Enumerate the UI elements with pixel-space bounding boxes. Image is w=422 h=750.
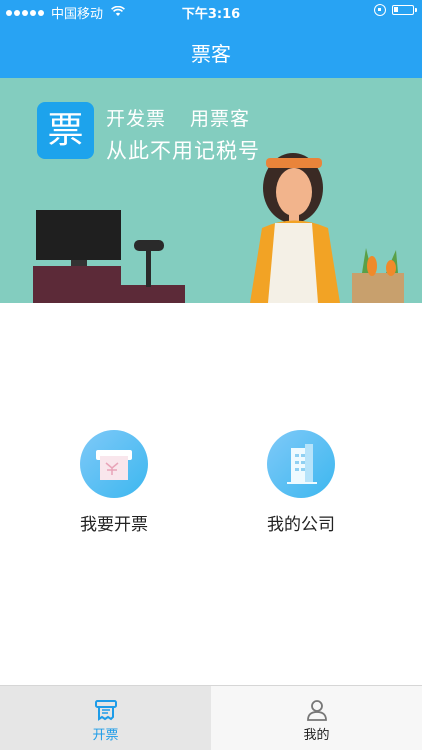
- slogan-line-1: 开发票 用票客: [106, 104, 250, 131]
- invoice-tab-icon: [93, 698, 119, 722]
- tab-mine-label: 我的: [303, 728, 330, 743]
- slogan-part-b: 用票客: [190, 108, 251, 130]
- slogan-line-2: 从此不用记税号: [106, 139, 260, 163]
- tab-bar: 开票 我的: [0, 685, 422, 750]
- battery-icon: [392, 5, 417, 15]
- invoice-printer-icon: [80, 430, 148, 498]
- tab-mine[interactable]: 我的: [211, 686, 422, 750]
- app-logo: 票: [37, 102, 94, 159]
- status-time: 下午3:16: [181, 7, 241, 22]
- slogan-part-a: 开发票: [106, 108, 167, 130]
- my-company-label: 我的公司: [267, 515, 335, 535]
- tab-invoice-label: 开票: [92, 728, 119, 743]
- company-building-icon: [267, 430, 335, 498]
- navigation-bar: 票客: [0, 22, 422, 78]
- person-icon: [304, 698, 330, 722]
- my-company-button[interactable]: 我的公司: [231, 430, 371, 535]
- status-bar: 中国移动 下午3:16: [0, 0, 422, 22]
- status-right: [374, 4, 417, 16]
- rotation-lock-icon: [374, 4, 386, 16]
- promo-banner: 票 开发票 用票客 从此不用记税号: [0, 78, 422, 303]
- issue-invoice-label: 我要开票: [80, 515, 148, 535]
- issue-invoice-button[interactable]: 我要开票: [44, 430, 184, 535]
- tab-invoice[interactable]: 开票: [0, 686, 211, 750]
- page-title: 票客: [191, 42, 231, 66]
